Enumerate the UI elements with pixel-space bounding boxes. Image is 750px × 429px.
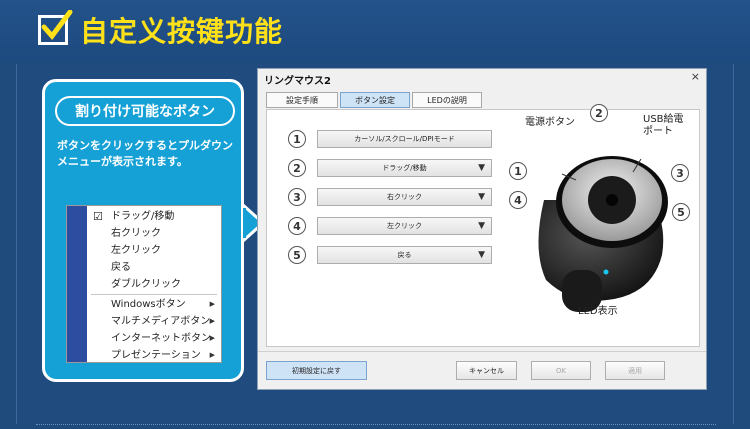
apply-button[interactable]: 適用: [605, 361, 665, 380]
assignment-label-1: カーソル/スクロール/DPIモード: [354, 135, 455, 143]
diagram-number-2: 2: [590, 104, 608, 122]
submenu-arrow-icon: ▶: [209, 334, 215, 342]
button-number-1: 1: [288, 130, 306, 148]
tab-bar: 設定手順 ボタン設定 LEDの説明: [266, 92, 484, 108]
assignment-select-2[interactable]: ドラッグ/移動 ▼: [317, 159, 492, 177]
menu-item[interactable]: 右クリック: [87, 225, 221, 242]
button-number-5: 5: [288, 246, 306, 264]
diagram-number-4: 4: [509, 191, 527, 209]
tab-setup[interactable]: 設定手順: [266, 92, 338, 108]
assignment-button-1[interactable]: カーソル/スクロール/DPIモード: [317, 130, 492, 148]
callout-description: ボタンをクリックするとプルダウンメニューが表示されます。: [57, 139, 233, 168]
menu-strip: [67, 206, 87, 362]
menu-item[interactable]: インターネットボタン ▶: [87, 330, 221, 347]
led-indicator-label: LED表示: [578, 306, 618, 317]
assignment-select-5[interactable]: 戻る ▼: [317, 246, 492, 264]
assignment-label-4: 左クリック: [387, 222, 422, 230]
button-number-4: 4: [288, 217, 306, 235]
tab-led[interactable]: LEDの説明: [412, 92, 482, 108]
menu-item[interactable]: 左クリック: [87, 242, 221, 259]
dropdown-arrow-icon: ▼: [478, 192, 485, 202]
menu-item[interactable]: 戻る: [87, 259, 221, 276]
dropdown-arrow-icon: ▼: [478, 163, 485, 173]
button-settings-pane: 1 カーソル/スクロール/DPIモード 2 ドラッグ/移動 ▼ 3 右クリック …: [266, 104, 700, 347]
tab-button-settings[interactable]: ボタン設定: [340, 92, 410, 108]
menu-item-label: Windowsボタン: [111, 299, 186, 310]
diagram-number-3: 3: [671, 164, 689, 182]
checkmark-icon: ☑: [93, 210, 103, 223]
menu-item[interactable]: マルチメディアボタン ▶: [87, 313, 221, 330]
submenu-arrow-icon: ▶: [209, 351, 215, 359]
usb-port-label-line2: ポート: [643, 126, 673, 137]
ring-mouse-illustration: [538, 156, 668, 312]
dropdown-arrow-icon: ▼: [478, 221, 485, 231]
cancel-button[interactable]: キャンセル: [456, 361, 517, 380]
context-menu: ☑ ドラッグ/移動 右クリック 左クリック 戻る ダブルクリック Windowsボタン ▶ マル…: [66, 205, 222, 363]
settings-dialog: リングマウス2 × 設定手順 ボタン設定 LEDの説明 1 カーソル/スクロール…: [257, 68, 707, 390]
ok-button[interactable]: OK: [531, 361, 591, 380]
assignment-label-3: 右クリック: [387, 193, 422, 201]
diagram-number-5: 5: [672, 203, 690, 221]
assignment-label-5: 戻る: [397, 251, 412, 259]
menu-item[interactable]: ☑ ドラッグ/移動: [87, 208, 221, 225]
button-number-2: 2: [288, 159, 306, 177]
menu-item-label: インターネットボタン: [111, 333, 211, 344]
menu-item-label: プレゼンテーション: [111, 350, 201, 361]
checkbox-icon: [38, 10, 73, 45]
headline: 自定义按键功能: [38, 10, 283, 50]
menu-item-label: ドラッグ/移動: [111, 211, 175, 222]
power-button-label: 電源ボタン: [525, 117, 575, 128]
assignment-label-2: ドラッグ/移動: [382, 164, 427, 172]
menu-item-label: 左クリック: [111, 245, 161, 256]
page: 自定义按键功能 割り付け可能なボタン ボタンをクリックするとプルダウンメニューが…: [0, 0, 750, 429]
menu-item[interactable]: Windowsボタン ▶: [87, 296, 221, 313]
button-number-3: 3: [288, 188, 306, 206]
callout-heading: 割り付け可能なボタン: [55, 96, 235, 126]
close-icon[interactable]: ×: [691, 70, 700, 83]
assignment-select-4[interactable]: 左クリック ▼: [317, 217, 492, 235]
frame-divider: [36, 424, 716, 425]
page-title: 自定义按键功能: [80, 15, 284, 48]
menu-items: ☑ ドラッグ/移動 右クリック 左クリック 戻る ダブルクリック Windowsボタン ▶ マル…: [87, 208, 221, 364]
menu-item-label: マルチメディアボタン: [111, 316, 211, 327]
menu-item[interactable]: プレゼンテーション ▶: [87, 347, 221, 364]
submenu-arrow-icon: ▶: [209, 300, 215, 308]
menu-item[interactable]: ダブルクリック: [87, 276, 221, 293]
dialog-title: リングマウス2: [264, 76, 331, 87]
diagram-number-1: 1: [509, 162, 527, 180]
menu-separator: [91, 294, 217, 295]
submenu-arrow-icon: ▶: [209, 317, 215, 325]
assignment-select-3[interactable]: 右クリック ▼: [317, 188, 492, 206]
dialog-footer: 初期設定に戻す キャンセル OK 適用: [258, 351, 706, 389]
menu-item-label: 右クリック: [111, 228, 161, 239]
reset-defaults-button[interactable]: 初期設定に戻す: [266, 361, 367, 380]
menu-item-label: ダブルクリック: [111, 279, 181, 290]
menu-item-label: 戻る: [111, 262, 131, 273]
dropdown-arrow-icon: ▼: [478, 250, 485, 260]
